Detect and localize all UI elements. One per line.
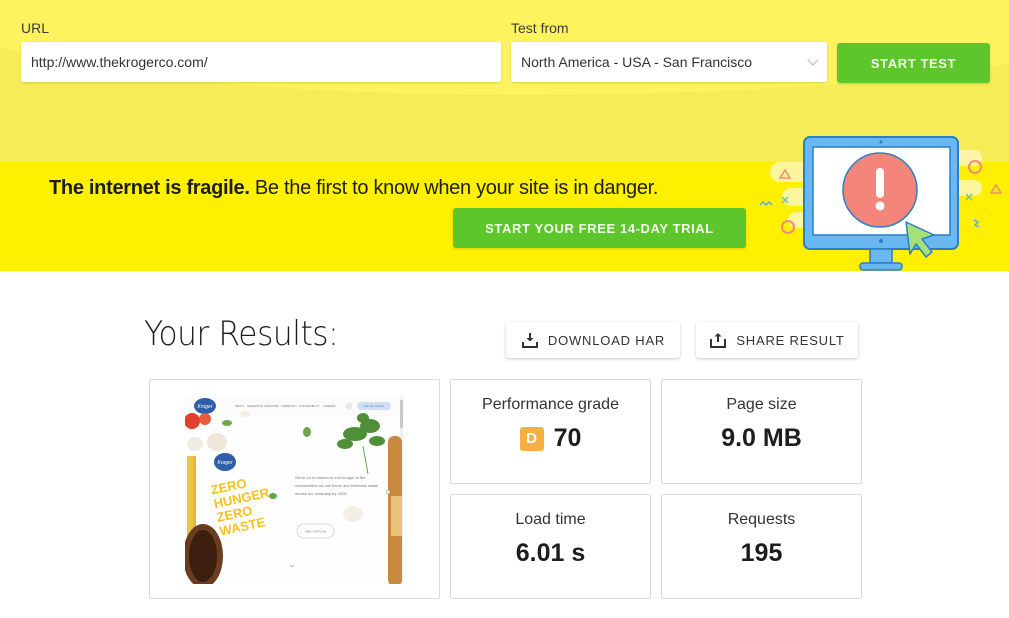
load-time-card: Load time 6.01 s [450,494,651,599]
thumb-nav-item: INVESTORS [264,404,279,408]
thumb-nav-item: SUSTAINABILITY [299,404,320,408]
download-har-button[interactable]: DOWNLOAD HAR [506,322,680,358]
requests-card: Requests 195 [661,494,862,599]
share-result-label: SHARE RESULT [736,332,845,348]
thumb-body-text: We're on a mission to end hunger in the … [295,475,379,496]
test-from-label: Test from [511,20,569,36]
share-icon [710,333,727,348]
download-har-label: DOWNLOAD HAR [547,332,666,348]
thumb-cta: SEE OUR PLAN [305,530,326,534]
thumb-nav-button: Join Our Journey [364,404,384,408]
load-time-label: Load time [515,511,586,528]
monitor-alert-icon [759,136,1003,271]
page-screenshot-image: Kroger ABOUT NEWSROOM INVESTORS COMMUNIT… [185,396,404,584]
results-title: Your Results: [144,314,339,354]
thumb-nav-item: CAREERS [323,404,336,408]
grade-badge: D [519,426,544,451]
page-screenshot: Kroger ABOUT NEWSROOM INVESTORS COMMUNIT… [185,396,404,584]
performance-grade-label: Performance grade [482,396,619,413]
download-icon [521,333,538,348]
page-screenshot-card: Kroger ABOUT NEWSROOM INVESTORS COMMUNIT… [149,379,440,599]
page-size-label: Page size [726,396,797,413]
performance-grade-card: Performance grade D 70 [450,379,651,484]
share-result-button[interactable]: SHARE RESULT [696,322,858,358]
page-size-value: 9.0 MB [721,424,802,452]
load-time-value: 6.01 s [515,539,586,567]
requests-value: 195 [740,539,783,567]
requests-label: Requests [727,511,796,528]
thumb-nav-item: COMMUNITY [281,404,297,408]
page-size-card: Page size 9.0 MB [661,379,862,484]
promo-headline: The internet is fragile. Be the first to… [49,177,658,200]
test-location-select[interactable]: North America - USA - San Francisco [511,42,827,82]
start-test-button[interactable]: START TEST [837,43,990,83]
promo-headline-bold: The internet is fragile. [49,177,250,199]
promo-headline-rest: Be the first to know when your site is i… [249,177,659,199]
url-input[interactable] [21,42,501,82]
svg-text:Kroger: Kroger [217,460,232,466]
test-location-value: North America - USA - San Francisco [521,54,753,70]
chevron-down-icon [807,54,819,66]
url-label: URL [21,20,50,36]
thumb-nav-item: ABOUT [235,404,244,408]
svg-text:Kroger: Kroger [197,404,212,410]
free-trial-button[interactable]: START YOUR FREE 14-DAY TRIAL [453,208,746,248]
thumb-nav-item: NEWSROOM [247,404,263,408]
performance-grade-value: 70 [553,424,582,452]
